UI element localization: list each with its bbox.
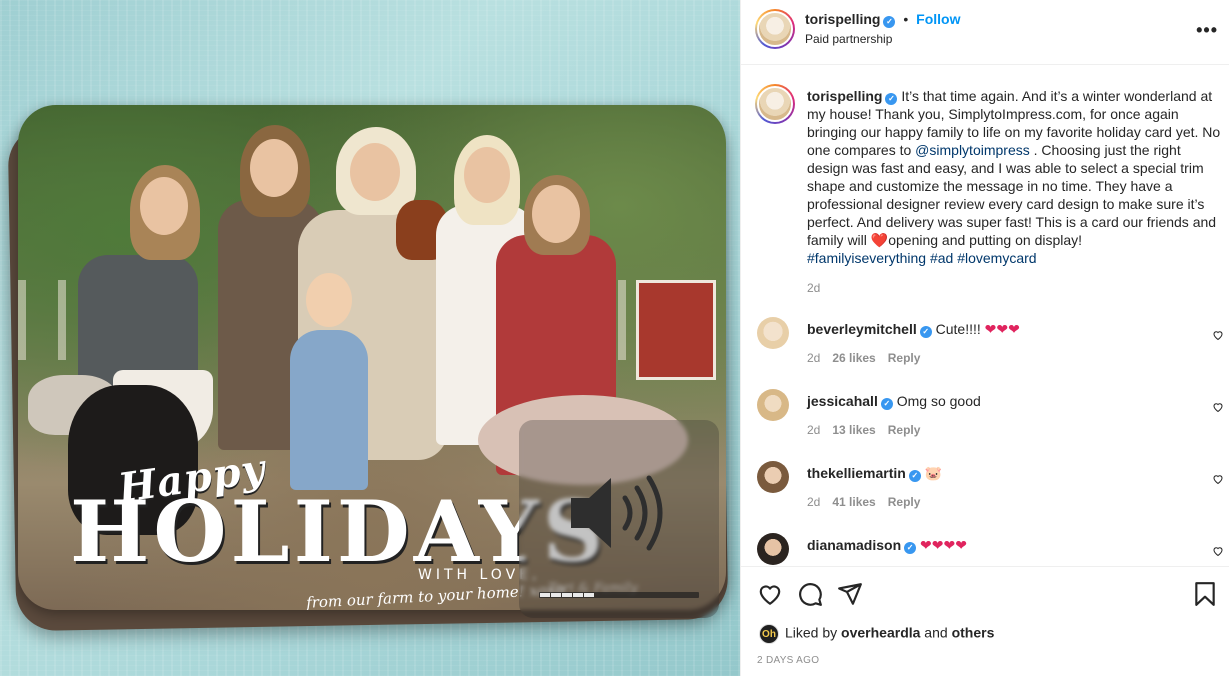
post-actions: Oh Liked by overheardla and others 2 DAYS… [741, 566, 1229, 676]
comment-likes[interactable]: 26 likes [832, 351, 875, 365]
paper-plane-icon[interactable] [837, 581, 863, 607]
comment-emoji: ❤❤❤ [984, 321, 1020, 337]
verified-badge-icon: ✓ [883, 16, 896, 28]
hashtag-link[interactable]: #ad [930, 250, 953, 266]
caption-username[interactable]: torispelling [807, 88, 882, 104]
verified-badge-icon: ✓ [904, 542, 917, 554]
volume-level-bar [539, 592, 699, 598]
comment-emoji: 🐷 [924, 465, 943, 481]
volume-segment [551, 593, 561, 597]
comment-age[interactable]: 2d [807, 495, 820, 509]
post-timestamp[interactable]: 2 DAYS AGO [757, 655, 819, 666]
liked-by-prefix: Liked by [785, 624, 842, 641]
reply-button[interactable]: Reply [888, 423, 921, 437]
comment-username[interactable]: thekelliemartin [807, 465, 906, 481]
liked-by-others-link[interactable]: others [952, 625, 995, 641]
reply-button[interactable]: Reply [888, 351, 921, 365]
comment-body: thekelliemartin ✓ 🐷 [807, 465, 942, 482]
hashtag-link[interactable]: #lovemycard [957, 250, 1036, 266]
comment-text: Omg so good [896, 393, 981, 409]
comment-body: dianamadison ✓ ❤❤❤❤ [807, 537, 967, 554]
comment-likes[interactable]: 41 likes [832, 495, 875, 509]
comment-like-heart-icon[interactable] [1212, 473, 1224, 485]
post-side-panel: torispelling ✓ • Follow Paid partnership … [740, 0, 1229, 676]
person-face [464, 147, 510, 203]
comment-meta: 2d 26 likes Reply [807, 351, 920, 365]
comment-like-heart-icon[interactable] [1212, 401, 1224, 413]
post-header: torispelling ✓ • Follow Paid partnership … [741, 0, 1229, 65]
person-face [140, 177, 188, 235]
author-username[interactable]: torispelling [805, 11, 880, 27]
bookmark-icon[interactable] [1192, 581, 1218, 607]
comment-bubble-icon[interactable] [797, 581, 823, 607]
commenter-avatar[interactable] [757, 533, 789, 565]
person-face [350, 143, 400, 201]
volume-segment [584, 593, 594, 597]
volume-segment [540, 593, 550, 597]
comment-username[interactable]: beverleymitchell [807, 321, 917, 337]
more-options-icon[interactable]: ••• [1196, 20, 1218, 41]
commenter-avatar[interactable] [757, 317, 789, 349]
commenter-avatar[interactable] [757, 389, 789, 421]
post-caption: torispelling ✓ It’s that time again. And … [807, 87, 1222, 267]
liker-avatar[interactable]: Oh [759, 624, 779, 644]
comment-body: beverleymitchell ✓ Cute!!!! ❤❤❤ [807, 321, 1020, 338]
post-image[interactable]: Happy HOLIDAYS WITH LOVE, from our farm … [0, 0, 740, 676]
volume-segment [562, 593, 572, 597]
comment-age[interactable]: 2d [807, 351, 820, 365]
verified-badge-icon: ✓ [908, 470, 921, 482]
comment-meta: 2d 41 likes Reply [807, 495, 920, 509]
paid-partnership-label[interactable]: Paid partnership [805, 32, 892, 46]
comment-age[interactable]: 2d [807, 423, 820, 437]
comment-likes[interactable]: 13 likes [832, 423, 875, 437]
person-face [306, 273, 352, 327]
volume-segment [573, 593, 583, 597]
comment-meta: 2d 13 likes Reply [807, 423, 920, 437]
liked-by-line: Oh Liked by overheardla and others [759, 624, 994, 644]
comment-text: Cute!!!! [935, 321, 985, 337]
commenter-avatar[interactable] [757, 461, 789, 493]
person-toddler-overalls [290, 330, 368, 490]
caption-author-avatar[interactable] [755, 84, 795, 124]
liked-by-user-link[interactable]: overheardla [841, 625, 920, 641]
comment-like-heart-icon[interactable] [1212, 545, 1224, 557]
verified-badge-icon: ✓ [880, 398, 893, 410]
hashtag-link[interactable]: #familyiseverything [807, 250, 926, 266]
header-separator: • [903, 11, 909, 27]
reply-button[interactable]: Reply [888, 495, 921, 509]
verified-badge-icon: ✓ [885, 93, 898, 105]
comment-username[interactable]: dianamadison [807, 537, 901, 553]
comment-username[interactable]: jessicahall [807, 393, 878, 409]
chicken-coop [636, 280, 716, 380]
comment-like-heart-icon[interactable] [1212, 329, 1224, 341]
liked-by-and: and [920, 624, 952, 641]
verified-badge-icon: ✓ [919, 326, 932, 338]
comments-list[interactable]: torispelling ✓ It’s that time again. And … [741, 66, 1229, 566]
person-face [250, 139, 298, 197]
follow-button[interactable]: Follow [916, 11, 960, 27]
comment-body: jessicahall ✓ Omg so good [807, 393, 981, 410]
caption-text-3: opening and putting on display! [888, 232, 1083, 248]
author-avatar[interactable] [755, 9, 795, 49]
comment-emoji: ❤❤❤❤ [920, 537, 967, 553]
volume-hud [519, 420, 719, 618]
caption-age[interactable]: 2d [807, 281, 820, 295]
caption-mention-link[interactable]: @simplytoimpress [915, 142, 1030, 158]
person-face [532, 185, 580, 243]
speaker-volume-icon [571, 475, 663, 551]
heart-outline-icon[interactable] [757, 581, 783, 607]
caption-heart-emoji: ❤️ [870, 232, 889, 248]
